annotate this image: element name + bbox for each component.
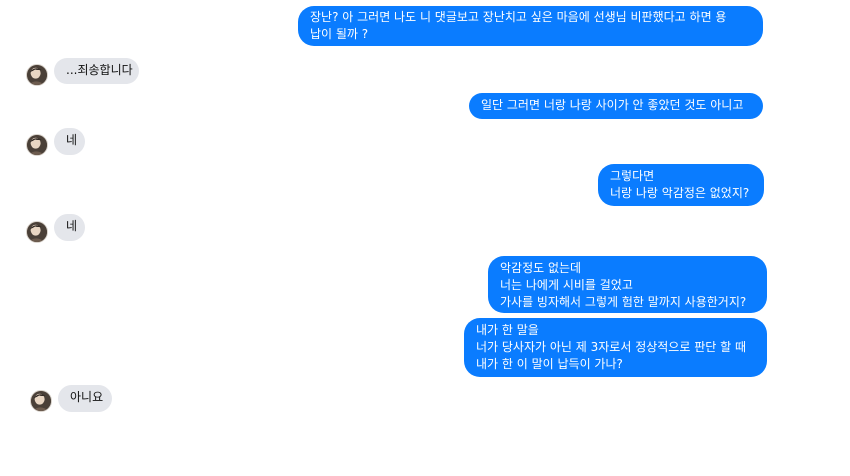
message-bubble-incoming[interactable]: ...죄송합니다 xyxy=(54,58,139,84)
contact-avatar[interactable] xyxy=(26,221,48,243)
contact-avatar[interactable] xyxy=(30,390,52,412)
message-bubble-incoming[interactable]: 아니요 xyxy=(58,385,112,412)
message-text-line: 일단 그러면 너랑 나랑 사이가 안 좋았던 것도 아니고 xyxy=(481,98,744,112)
message-text-line: 네 xyxy=(66,133,78,147)
message-text-line: 장난? 아 그러면 나도 니 댓글보고 장난치고 싶은 마음에 선생님 비판했다… xyxy=(310,10,727,24)
message-bubble-outgoing[interactable]: 악감정도 없는데 너는 나에게 시비를 걸었고 가사를 빙자해서 그렇게 험한 … xyxy=(488,256,767,313)
message-bubble-incoming[interactable]: 네 xyxy=(54,214,85,241)
message-bubble-outgoing[interactable]: 장난? 아 그러면 나도 니 댓글보고 장난치고 싶은 마음에 선생님 비판했다… xyxy=(298,6,763,46)
message-text-line: 악감정도 없는데 xyxy=(500,261,582,275)
contact-avatar[interactable] xyxy=(26,64,48,86)
message-bubble-outgoing[interactable]: 내가 한 말을 너가 당사자가 아닌 제 3자로서 정상적으로 판단 할 때 내… xyxy=(464,318,767,377)
avatar-image-icon xyxy=(27,135,47,155)
avatar-image-icon xyxy=(27,222,47,242)
message-text-line: 네 xyxy=(66,219,78,233)
message-text-line: 너는 나에게 시비를 걸었고 xyxy=(500,278,633,292)
message-text-line: 내가 한 이 말이 납득이 가나? xyxy=(476,357,623,371)
message-text-line: 너가 당사자가 아닌 제 3자로서 정상적으로 판단 할 때 xyxy=(476,340,746,354)
avatar-image-icon xyxy=(27,65,47,85)
avatar-image-icon xyxy=(31,391,51,411)
message-text-line: 가사를 빙자해서 그렇게 험한 말까지 사용한거지? xyxy=(500,295,747,309)
message-bubble-outgoing[interactable]: 일단 그러면 너랑 나랑 사이가 안 좋았던 것도 아니고 xyxy=(469,93,763,119)
message-text-line: 내가 한 말을 xyxy=(476,323,539,337)
message-text-line: 그렇다면 xyxy=(610,169,655,183)
message-text-line: 납이 될까 ? xyxy=(310,27,369,41)
message-bubble-incoming[interactable]: 네 xyxy=(54,128,85,155)
message-text-line: 아니요 xyxy=(70,390,104,404)
contact-avatar[interactable] xyxy=(26,134,48,156)
message-text-line: ...죄송합니다 xyxy=(66,63,133,77)
message-text-line: 너랑 나랑 악감정은 없었지? xyxy=(610,186,750,200)
message-bubble-outgoing[interactable]: 그렇다면 너랑 나랑 악감정은 없었지? xyxy=(598,164,764,206)
